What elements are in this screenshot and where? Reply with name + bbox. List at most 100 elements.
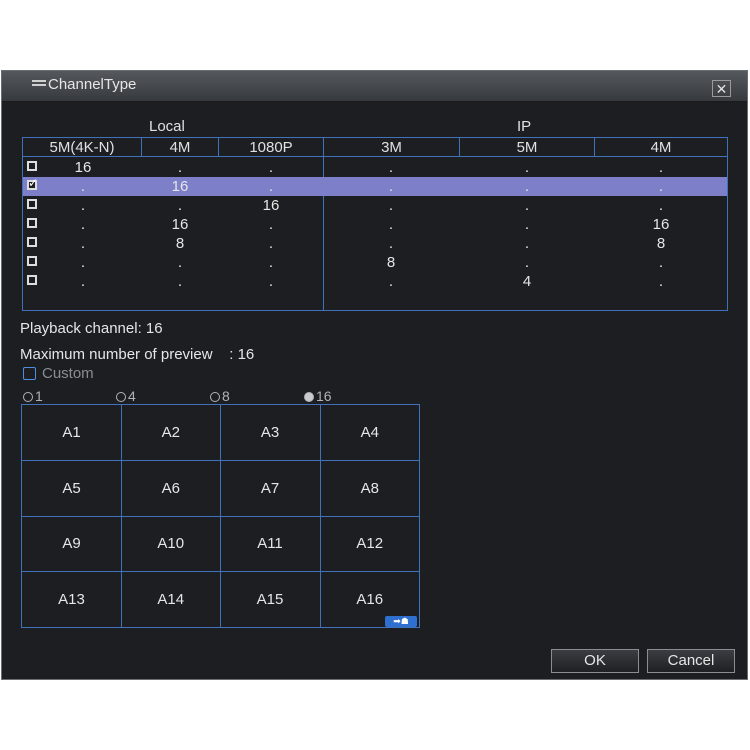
channel-cell: . xyxy=(524,216,530,233)
playback-channel-text: Playback channel: 16 xyxy=(20,320,163,337)
channel-cell: . xyxy=(80,216,86,233)
row-checkbox[interactable] xyxy=(27,237,37,247)
preview-cell-a2[interactable]: A2 xyxy=(121,405,222,461)
preview-cell-a1[interactable]: A1 xyxy=(22,405,122,461)
channel-type-dialog: ChannelType ✕ Local IP 5M(4K-N) 4M 1080P… xyxy=(1,70,748,680)
channel-cell: 8 xyxy=(175,235,185,252)
channel-cell: . xyxy=(268,235,274,252)
ok-button[interactable]: OK xyxy=(551,649,639,673)
channel-cell: . xyxy=(524,235,530,252)
channel-cell: . xyxy=(524,178,530,195)
channel-cell: . xyxy=(268,159,274,176)
layout-radio-8[interactable]: 8 xyxy=(210,388,230,404)
channel-cell: . xyxy=(388,216,394,233)
channel-cell: . xyxy=(524,254,530,271)
preview-channel-grid: A1 A2 A3 A4 A5 A6 A7 A8 A9 A10 A11 A12 A13 A14 A15 A16 xyxy=(21,404,420,628)
row-checkbox[interactable] xyxy=(27,199,37,209)
preview-cell-a3[interactable]: A3 xyxy=(220,405,321,461)
close-button[interactable]: ✕ xyxy=(712,80,731,97)
radio-circle-icon xyxy=(116,392,126,402)
radio-label: 4 xyxy=(128,388,136,404)
swap-arrow-icon[interactable]: ➡☗ xyxy=(385,616,417,627)
preview-cell-a9[interactable]: A9 xyxy=(22,516,122,572)
radio-label: 1 xyxy=(35,388,43,404)
channel-row[interactable]: 16..... xyxy=(23,158,727,177)
channel-row[interactable]: . 16.... xyxy=(23,176,727,196)
dialog-title: ChannelType xyxy=(48,76,137,93)
channel-cell: 16 xyxy=(74,159,92,176)
cancel-button[interactable]: Cancel xyxy=(647,649,735,673)
channel-row[interactable]: .. 16... xyxy=(23,196,727,215)
custom-label: Custom xyxy=(42,365,94,382)
channel-cell: . xyxy=(268,178,274,195)
channel-cell: . xyxy=(658,178,664,195)
layout-radio-16[interactable]: 16 xyxy=(304,388,332,404)
preview-cell-a12[interactable]: A12 xyxy=(319,516,420,572)
group-label-local: Local xyxy=(149,118,185,135)
channel-cell: . xyxy=(658,273,664,290)
row-checkbox[interactable] xyxy=(27,161,37,171)
column-header: 4M xyxy=(142,138,219,157)
preview-cell-a6[interactable]: A6 xyxy=(121,460,222,517)
channel-cell: . xyxy=(80,178,86,195)
custom-checkbox[interactable] xyxy=(23,367,36,380)
channel-row[interactable]: . 8... 8 xyxy=(23,234,727,253)
column-header: 3M xyxy=(324,138,460,157)
radio-label: 8 xyxy=(222,388,230,404)
preview-cell-a10[interactable]: A10 xyxy=(121,516,222,572)
channel-cell: . xyxy=(268,273,274,290)
channel-cell: . xyxy=(268,254,274,271)
column-header: 5M(4K-N) xyxy=(23,138,142,157)
layout-radio-4[interactable]: 4 xyxy=(116,388,136,404)
channel-row[interactable]: ... 8.. xyxy=(23,253,727,272)
max-preview-text: Maximum number of preview : 16 xyxy=(20,346,255,363)
channel-cell: . xyxy=(268,216,274,233)
channel-cell: . xyxy=(658,197,664,214)
channel-cell: . xyxy=(388,178,394,195)
row-checkbox[interactable] xyxy=(27,256,37,266)
channel-cell: 8 xyxy=(386,254,396,271)
column-header: 1080P xyxy=(219,138,324,157)
channel-cell: 4 xyxy=(522,273,532,290)
preview-cell-a15[interactable]: A15 xyxy=(221,571,321,628)
column-header: 5M xyxy=(460,138,595,157)
preview-cell-a14[interactable]: A14 xyxy=(121,571,222,628)
channel-cell: . xyxy=(658,254,664,271)
radio-circle-icon xyxy=(23,392,33,402)
channel-cell: . xyxy=(177,159,183,176)
channel-cell: 16 xyxy=(171,216,189,233)
channel-row[interactable]: .... 4. xyxy=(23,272,727,291)
preview-cell-a11[interactable]: A11 xyxy=(220,516,321,572)
preview-cell-a5[interactable]: A5 xyxy=(22,460,122,517)
channel-cell: . xyxy=(524,197,530,214)
channel-cell: . xyxy=(388,197,394,214)
menu-lines-icon xyxy=(32,80,46,88)
channel-cell: 8 xyxy=(656,235,666,252)
row-checkbox[interactable] xyxy=(27,176,38,190)
preview-cell-a7[interactable]: A7 xyxy=(220,460,321,517)
layout-radio-1[interactable]: 1 xyxy=(23,388,43,404)
channel-cell: 16 xyxy=(262,197,280,214)
row-checkbox[interactable] xyxy=(27,275,37,285)
channel-cell: . xyxy=(388,235,394,252)
channel-cell: . xyxy=(80,254,86,271)
channel-row[interactable]: . 16... 16 xyxy=(23,215,727,234)
channel-cell: . xyxy=(80,235,86,252)
channel-cell: . xyxy=(177,254,183,271)
channel-cell: 16 xyxy=(171,178,189,195)
group-label-ip: IP xyxy=(517,118,532,135)
channel-cell: . xyxy=(177,273,183,290)
channel-cell: . xyxy=(388,273,394,290)
channel-cell: 16 xyxy=(652,216,670,233)
preview-cell-a8[interactable]: A8 xyxy=(319,461,420,517)
channel-cell: . xyxy=(658,159,664,176)
column-header: 4M xyxy=(595,138,727,157)
row-checkbox[interactable] xyxy=(27,218,37,228)
preview-cell-a4[interactable]: A4 xyxy=(319,405,420,461)
title-bar: ChannelType ✕ xyxy=(2,71,747,102)
preview-cell-a13[interactable]: A13 xyxy=(22,571,122,628)
radio-label: 16 xyxy=(316,388,332,404)
radio-circle-icon xyxy=(210,392,220,402)
channel-cell: . xyxy=(524,159,530,176)
channel-type-table: 5M(4K-N) 4M 1080P 3M 5M 4M 16......16...… xyxy=(22,137,728,311)
